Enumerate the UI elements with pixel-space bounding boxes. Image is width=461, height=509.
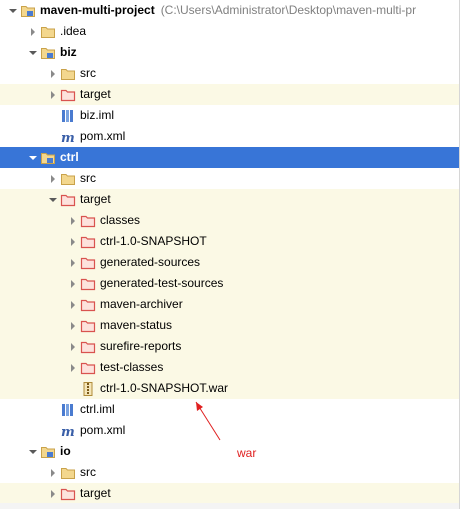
io-target-label: target bbox=[80, 486, 111, 500]
tree-node-biz-target[interactable]: target bbox=[0, 84, 459, 105]
expand-arrow-icon[interactable] bbox=[26, 147, 40, 168]
excluded-folder-icon bbox=[80, 276, 96, 292]
target-child-label: surefire-reports bbox=[100, 339, 182, 353]
root-path: (C:\Users\Administrator\Desktop\maven-mu… bbox=[160, 3, 417, 17]
io-src-label: src bbox=[80, 465, 96, 479]
tree-node-ctrl[interactable]: ctrl bbox=[0, 147, 459, 168]
biz-label: biz bbox=[60, 45, 77, 59]
collapsed-arrow-icon[interactable] bbox=[46, 483, 60, 504]
ctrl-label: ctrl bbox=[60, 150, 79, 164]
module-folder-icon bbox=[40, 150, 56, 166]
collapsed-arrow-icon[interactable] bbox=[66, 294, 80, 315]
collapsed-arrow-icon[interactable] bbox=[46, 168, 60, 189]
tree-node-biz-iml[interactable]: biz.iml bbox=[0, 105, 459, 126]
collapsed-arrow-icon[interactable] bbox=[46, 462, 60, 483]
folder-icon bbox=[60, 171, 76, 187]
excluded-folder-icon bbox=[60, 87, 76, 103]
archive-file-icon bbox=[80, 381, 96, 397]
module-folder-icon bbox=[40, 45, 56, 61]
excluded-folder-icon bbox=[80, 213, 96, 229]
excluded-folder-icon bbox=[80, 234, 96, 250]
biz-pom-label: pom.xml bbox=[80, 129, 126, 143]
collapsed-arrow-icon[interactable] bbox=[66, 231, 80, 252]
biz-src-label: src bbox=[80, 66, 96, 80]
expand-arrow-icon[interactable] bbox=[26, 441, 40, 462]
tree-node-io-src[interactable]: src bbox=[0, 462, 459, 483]
tree-node-target-child[interactable]: generated-sources bbox=[0, 252, 459, 273]
tree-node-idea[interactable]: .idea bbox=[0, 21, 459, 42]
ctrl-src-label: src bbox=[80, 171, 96, 185]
ctrl-pom-label: pom.xml bbox=[80, 423, 126, 437]
target-child-label: maven-status bbox=[100, 318, 173, 332]
module-folder-icon bbox=[20, 3, 36, 19]
target-child-label: ctrl-1.0-SNAPSHOT bbox=[100, 234, 207, 248]
folder-icon bbox=[40, 24, 56, 40]
excluded-folder-icon bbox=[60, 486, 76, 502]
excluded-folder-icon bbox=[80, 318, 96, 334]
collapsed-arrow-icon[interactable] bbox=[46, 84, 60, 105]
ctrl-target-label: target bbox=[80, 192, 111, 206]
module-folder-icon bbox=[40, 444, 56, 460]
collapsed-arrow-icon[interactable] bbox=[66, 273, 80, 294]
tree-node-target-child[interactable]: maven-status bbox=[0, 315, 459, 336]
annotation-label: war bbox=[237, 446, 257, 460]
tree-node-target-child[interactable]: generated-test-sources bbox=[0, 273, 459, 294]
tree-node-ctrl-src[interactable]: src bbox=[0, 168, 459, 189]
collapsed-arrow-icon[interactable] bbox=[66, 210, 80, 231]
tree-node-target-child[interactable]: surefire-reports bbox=[0, 336, 459, 357]
collapsed-arrow-icon[interactable] bbox=[66, 252, 80, 273]
folder-icon bbox=[60, 66, 76, 82]
tree-node-biz[interactable]: biz bbox=[0, 42, 459, 63]
target-child-label: generated-test-sources bbox=[100, 276, 224, 290]
tree-node-root[interactable]: maven-multi-project (C:\Users\Administra… bbox=[0, 0, 459, 21]
maven-file-icon: m bbox=[60, 423, 76, 440]
target-child-label: generated-sources bbox=[100, 255, 201, 269]
collapsed-arrow-icon[interactable] bbox=[66, 357, 80, 378]
expand-arrow-icon[interactable] bbox=[46, 189, 60, 210]
tree-node-war-file[interactable]: ctrl-1.0-SNAPSHOT.war bbox=[0, 378, 459, 399]
project-tree: maven-multi-project (C:\Users\Administra… bbox=[0, 0, 460, 509]
tree-node-biz-pom[interactable]: m pom.xml bbox=[0, 126, 459, 147]
svg-text:m: m bbox=[61, 425, 75, 439]
excluded-folder-icon bbox=[80, 360, 96, 376]
tree-node-target-child[interactable]: ctrl-1.0-SNAPSHOT bbox=[0, 231, 459, 252]
tree-node-ctrl-pom[interactable]: m pom.xml bbox=[0, 420, 459, 441]
biz-target-label: target bbox=[80, 87, 111, 101]
tree-node-target-child[interactable]: test-classes bbox=[0, 357, 459, 378]
collapsed-arrow-icon[interactable] bbox=[26, 21, 40, 42]
tree-node-target-child[interactable]: maven-archiver bbox=[0, 294, 459, 315]
collapsed-arrow-icon[interactable] bbox=[66, 336, 80, 357]
tree-node-biz-src[interactable]: src bbox=[0, 63, 459, 84]
folder-icon bbox=[60, 465, 76, 481]
target-child-label: test-classes bbox=[100, 360, 164, 374]
expand-arrow-icon[interactable] bbox=[26, 42, 40, 63]
collapsed-arrow-icon[interactable] bbox=[46, 63, 60, 84]
tree-node-io[interactable]: io bbox=[0, 441, 459, 462]
svg-text:m: m bbox=[61, 131, 75, 145]
tree-node-io-target[interactable]: target bbox=[0, 483, 459, 504]
idea-label: .idea bbox=[60, 24, 87, 38]
horizontal-scrollbar[interactable] bbox=[0, 503, 459, 509]
io-label: io bbox=[60, 444, 71, 458]
excluded-folder-icon bbox=[80, 339, 96, 355]
maven-file-icon: m bbox=[60, 129, 76, 146]
iml-file-icon bbox=[60, 108, 76, 124]
root-name: maven-multi-project bbox=[40, 3, 155, 17]
ctrl-iml-label: ctrl.iml bbox=[80, 402, 115, 416]
target-child-label: classes bbox=[100, 213, 141, 227]
tree-node-target-child[interactable]: classes bbox=[0, 210, 459, 231]
excluded-folder-icon bbox=[60, 192, 76, 208]
tree-node-ctrl-iml[interactable]: ctrl.iml bbox=[0, 399, 459, 420]
excluded-folder-icon bbox=[80, 297, 96, 313]
target-child-label: maven-archiver bbox=[100, 297, 183, 311]
excluded-folder-icon bbox=[80, 255, 96, 271]
collapsed-arrow-icon[interactable] bbox=[66, 315, 80, 336]
iml-file-icon bbox=[60, 402, 76, 418]
tree-node-ctrl-target[interactable]: target bbox=[0, 189, 459, 210]
expand-arrow-icon[interactable] bbox=[6, 0, 20, 21]
war-file-label: ctrl-1.0-SNAPSHOT.war bbox=[100, 381, 229, 395]
biz-iml-label: biz.iml bbox=[80, 108, 115, 122]
